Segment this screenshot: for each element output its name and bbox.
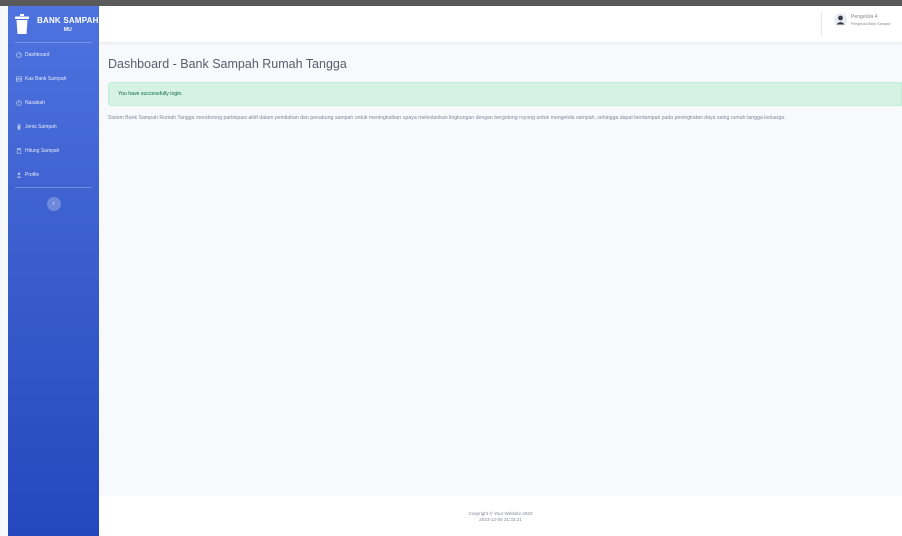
success-alert: You have successfully login. [108,82,902,106]
brand-text: BANK SAMPAH MU [37,16,99,33]
topbar-divider [821,12,822,36]
dashboard-icon [15,52,22,59]
sidebar-item-label: Kas Bank Sampah [25,76,67,82]
brand-subtitle: MU [63,26,72,33]
sidebar-item-label: Profile [25,172,40,178]
user-info: Pengelola 4 Pengelola Bank Sampah [851,14,891,26]
trash-can-logo-icon [15,14,29,34]
user-role: Pengelola Bank Sampah [851,21,891,26]
chevron-left-icon: ‹ [52,201,55,207]
sidebar-item-hitung-sampah[interactable]: Hitung Sampah [8,139,99,163]
user-name: Pengelola 4 [851,13,878,20]
page-title: Dashboard - Bank Sampah Rumah Tangga [108,57,347,71]
table-icon [15,76,22,83]
sidebar-item-label: Jenis Sampah [25,124,57,130]
sidebar-toggle-button[interactable]: ‹ [46,197,61,211]
page-description: Sistem Bank Sampah Rumah Tangga mendoron… [108,115,786,121]
footer-copyright: Copyright © Your Website 2023 [468,511,533,516]
sidebar-item-label: Nasabah [25,100,46,106]
calculator-icon [15,148,22,155]
sidebar-item-label: Dashboard [25,52,50,58]
avatar [834,13,847,26]
sidebar: BANK SAMPAH MU Dashboard Kas Bank Sampah… [8,6,99,536]
sidebar-item-jenis-sampah[interactable]: Jenis Sampah [8,115,99,139]
alert-message: You have successfully login. [118,91,183,97]
main-content: Dashboard - Bank Sampah Rumah Tangga You… [108,42,902,128]
footer: Copyright © Your Website 2023 2023-12-05… [99,496,902,536]
sidebar-item-label: Hitung Sampah [25,148,60,154]
users-icon [15,100,22,107]
brand-name: BANK SAMPAH [37,15,99,25]
brand[interactable]: BANK SAMPAH MU [8,6,99,42]
sidebar-item-profile[interactable]: Profile [8,163,99,187]
footer-date: 2023-12-05 21:33:21 [479,517,522,522]
sidebar-item-dashboard[interactable]: Dashboard [8,43,99,67]
user-menu[interactable]: Pengelola 4 Pengelola Bank Sampah [834,13,891,26]
sidebar-item-nasabah[interactable]: Nasabah [8,91,99,115]
trash-icon [15,124,22,131]
sidebar-divider [15,187,92,188]
user-icon [15,172,22,179]
sidebar-item-kas-bank-sampah[interactable]: Kas Bank Sampah [8,67,99,91]
topbar: Pengelola 4 Pengelola Bank Sampah [99,6,902,42]
